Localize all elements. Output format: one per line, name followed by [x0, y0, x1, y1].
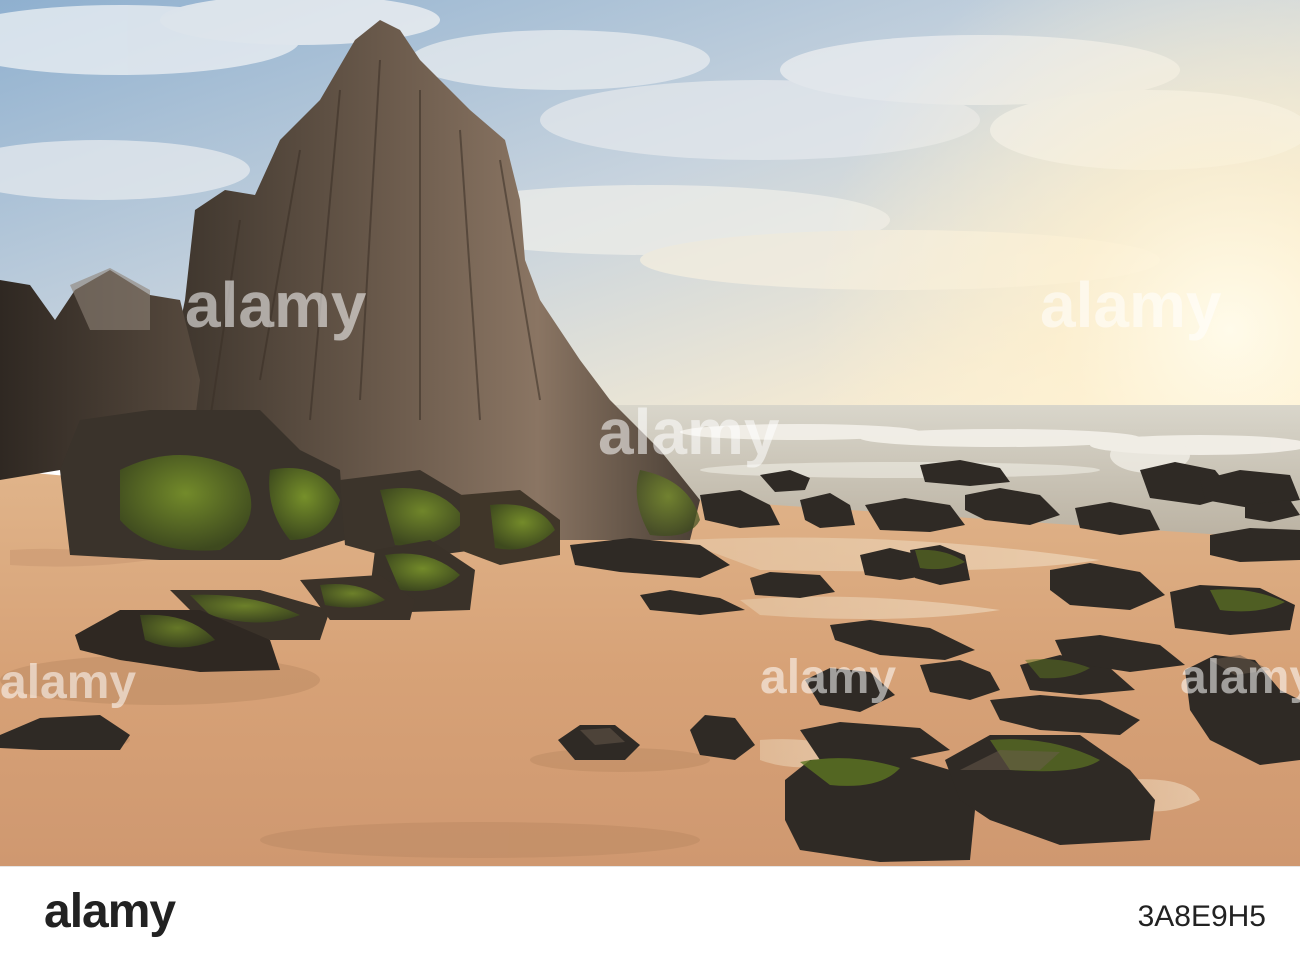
watermark-text: alamy — [0, 656, 137, 709]
watermark-text: alamy — [598, 396, 780, 468]
beach-photo: alamy alamy alamy alamy alamy alamy — [0, 0, 1300, 866]
image-id: 3A8E9H5 — [1137, 900, 1266, 933]
footer-divider — [0, 866, 1300, 867]
watermark-text: alamy — [1180, 651, 1300, 704]
watermark-text: alamy — [185, 269, 367, 341]
watermark-text: alamy — [1040, 269, 1222, 341]
footer-bar: alamy 3A8E9H5 — [0, 866, 1300, 957]
watermark-text: alamy — [760, 651, 897, 704]
alamy-logo[interactable]: alamy — [44, 884, 176, 939]
